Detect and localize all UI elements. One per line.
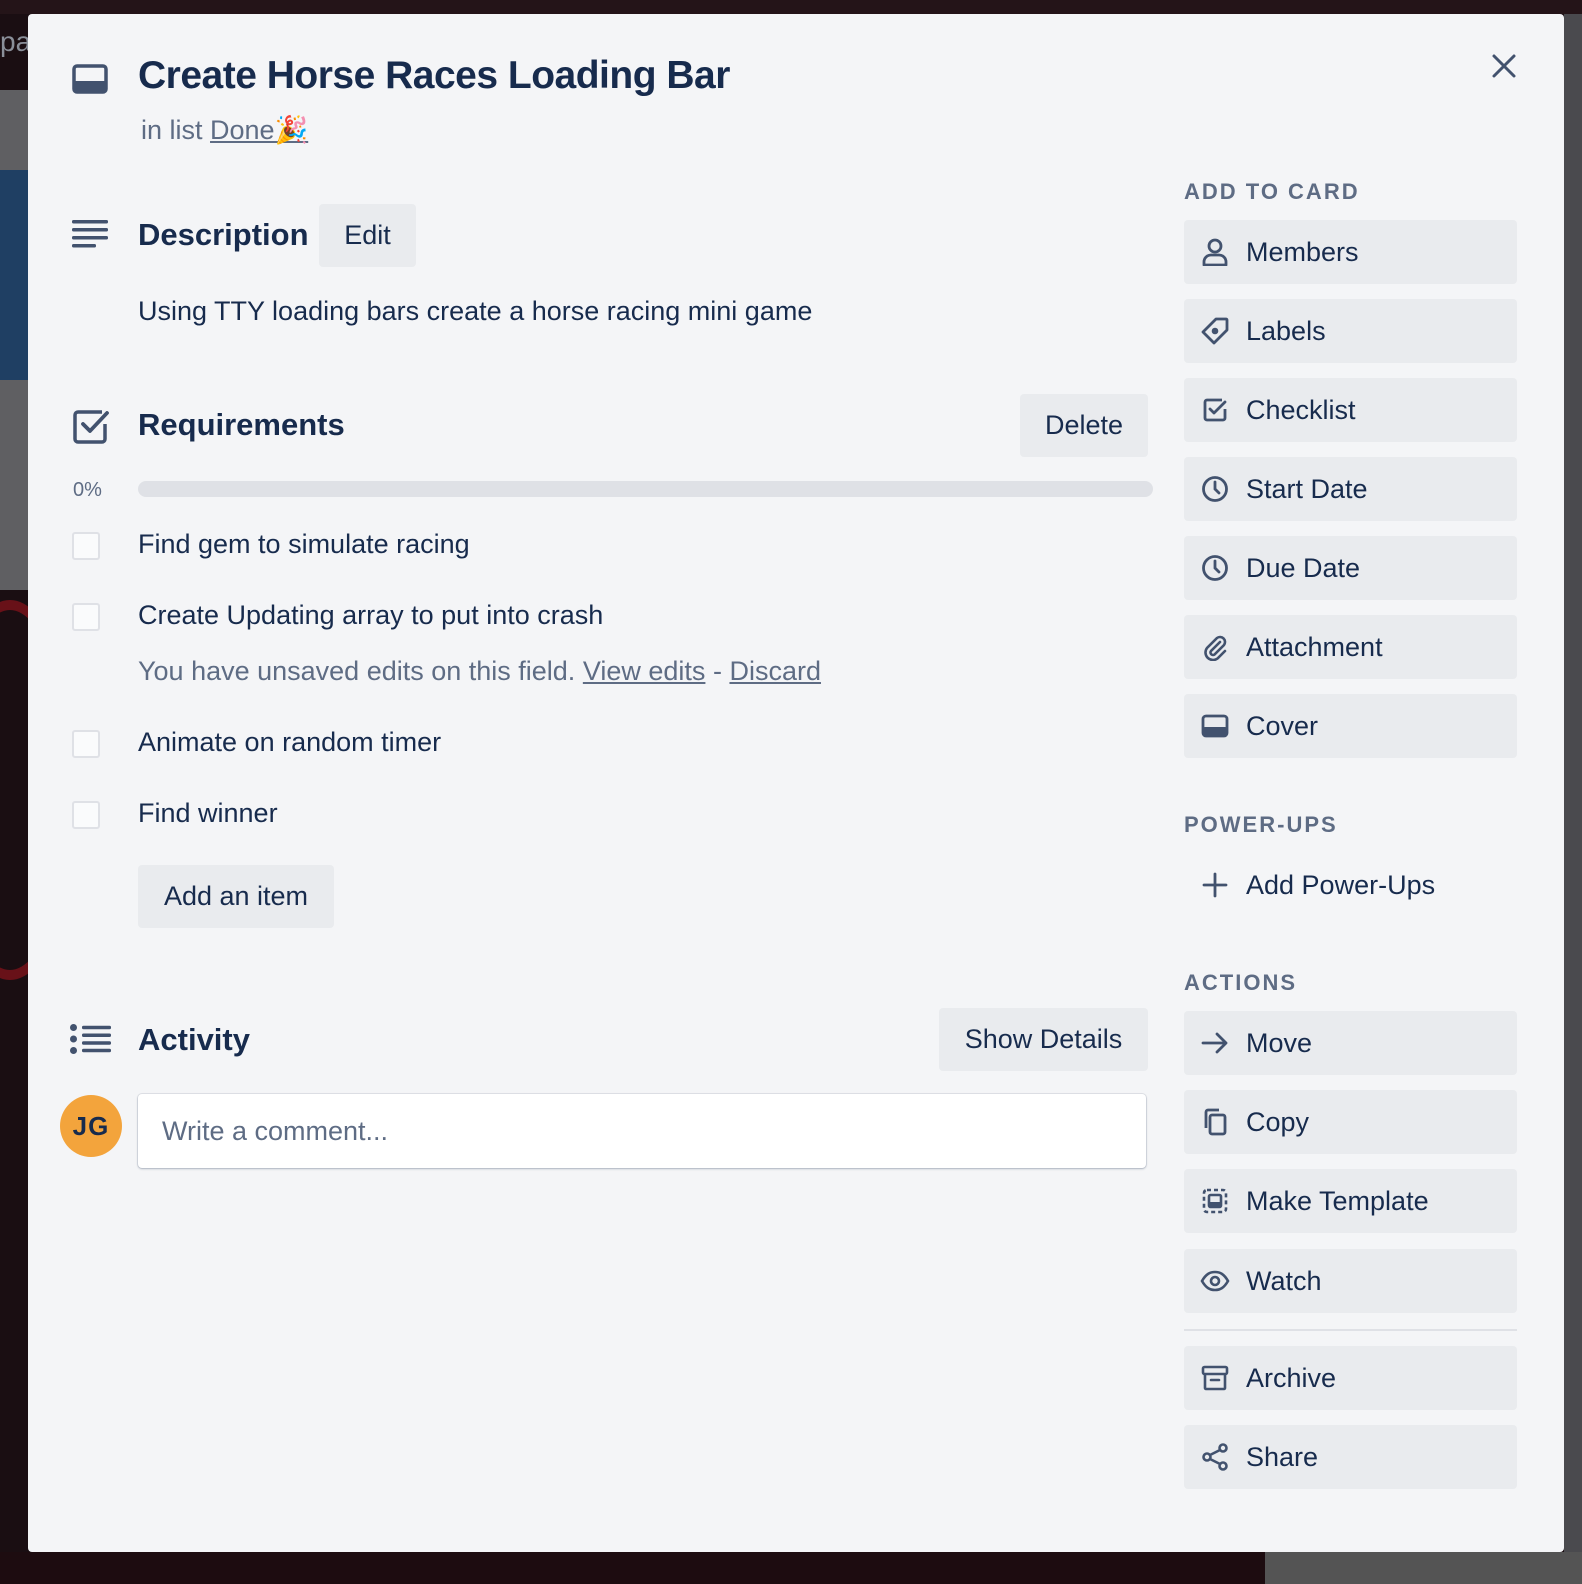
edit-description-button[interactable]: Edit (319, 204, 416, 267)
card-detail-modal: Create Horse Races Loading Bar in list D… (28, 14, 1564, 1552)
share-icon (1200, 1442, 1230, 1472)
actions-divider (1184, 1329, 1517, 1331)
power-ups-heading: POWER-UPS (1184, 812, 1338, 837)
start-date-label: Start Date (1246, 473, 1368, 504)
checklist-item-label[interactable]: Find winner (138, 798, 278, 829)
checklist-item-checkbox[interactable] (72, 730, 100, 758)
start-date-button[interactable]: Start Date (1184, 457, 1517, 521)
add-power-ups-button[interactable]: Add Power-Ups (1184, 853, 1517, 917)
description-text[interactable]: Using TTY loading bars create a horse ra… (138, 296, 812, 327)
move-label: Move (1246, 1027, 1313, 1058)
tag-icon (1200, 316, 1230, 346)
cover-button[interactable]: Cover (1184, 694, 1517, 758)
card-icon (72, 64, 108, 94)
add-to-card-heading: ADD TO CARD (1184, 179, 1360, 204)
cover-label: Cover (1246, 710, 1319, 741)
card-title[interactable]: Create Horse Races Loading Bar (138, 54, 730, 98)
checklist-item-label[interactable]: Find gem to simulate racing (138, 529, 470, 560)
due-date-button[interactable]: Due Date (1184, 536, 1517, 600)
in-list-prefix: in list (141, 115, 203, 145)
checklist-item-checkbox[interactable] (72, 801, 100, 829)
archive-button[interactable]: Archive (1184, 1346, 1517, 1410)
separator: - (712, 656, 722, 686)
template-icon (1200, 1186, 1230, 1216)
delete-checklist-button[interactable]: Delete (1020, 394, 1148, 457)
add-checklist-item-button[interactable]: Add an item (138, 865, 334, 928)
clock-icon (1200, 474, 1230, 504)
due-date-label: Due Date (1246, 552, 1361, 583)
archive-icon (1200, 1363, 1230, 1393)
card-list-info: in list Done🎉 (141, 114, 308, 146)
discard-link[interactable]: Discard (729, 656, 821, 686)
copy-button[interactable]: Copy (1184, 1090, 1517, 1154)
description-heading: Description (138, 217, 309, 252)
activity-heading: Activity (138, 1022, 250, 1057)
copy-icon (1200, 1107, 1230, 1137)
checklist-item-checkbox[interactable] (72, 603, 100, 631)
checklist-heading[interactable]: Requirements (138, 407, 345, 443)
watch-label: Watch (1246, 1265, 1322, 1296)
add-power-ups-label: Add Power-Ups (1246, 869, 1436, 900)
share-button[interactable]: Share (1184, 1425, 1517, 1489)
clock-icon (1200, 553, 1230, 583)
checklist-button[interactable]: Checklist (1184, 378, 1517, 442)
checklist-item-checkbox[interactable] (72, 532, 100, 560)
eye-icon (1200, 1266, 1230, 1296)
members-button[interactable]: Members (1184, 220, 1517, 284)
show-details-button[interactable]: Show Details (939, 1008, 1148, 1071)
make-template-button[interactable]: Make Template (1184, 1169, 1517, 1233)
checklist-icon (72, 407, 110, 445)
close-icon (1492, 54, 1516, 78)
checklist-item-label[interactable]: Animate on random timer (138, 727, 441, 758)
unsaved-edits-text: You have unsaved edits on this field. (138, 656, 576, 686)
copy-label: Copy (1246, 1106, 1310, 1137)
view-edits-link[interactable]: View edits (583, 656, 706, 686)
comment-input[interactable]: Write a comment... (138, 1094, 1146, 1168)
share-label: Share (1246, 1441, 1319, 1472)
paperclip-icon (1200, 632, 1230, 662)
attachment-label: Attachment (1246, 631, 1383, 662)
cover-icon (1200, 711, 1230, 741)
make-template-label: Make Template (1246, 1185, 1429, 1216)
archive-label: Archive (1246, 1362, 1337, 1393)
avatar[interactable]: JG (60, 1095, 122, 1157)
unsaved-edits-notice: You have unsaved edits on this field. Vi… (138, 656, 821, 687)
labels-label: Labels (1246, 315, 1326, 346)
list-link[interactable]: Done🎉 (210, 115, 308, 145)
watch-button[interactable]: Watch (1184, 1249, 1517, 1313)
checklist-item-label[interactable]: Create Updating array to put into crash (138, 600, 603, 631)
arrow-right-icon (1200, 1028, 1230, 1058)
activity-icon (70, 1024, 112, 1054)
move-button[interactable]: Move (1184, 1011, 1517, 1075)
close-button[interactable] (1484, 46, 1524, 86)
checklist-progress-percent: 0% (73, 479, 102, 501)
checklist-label: Checklist (1246, 394, 1356, 425)
attachment-button[interactable]: Attachment (1184, 615, 1517, 679)
members-label: Members (1246, 236, 1359, 267)
person-icon (1200, 237, 1230, 267)
checklist-progress-bar (138, 481, 1153, 497)
checkbox-icon (1200, 395, 1230, 425)
labels-button[interactable]: Labels (1184, 299, 1517, 363)
description-icon (72, 218, 110, 250)
plus-icon (1200, 870, 1230, 900)
actions-heading: ACTIONS (1184, 970, 1297, 995)
